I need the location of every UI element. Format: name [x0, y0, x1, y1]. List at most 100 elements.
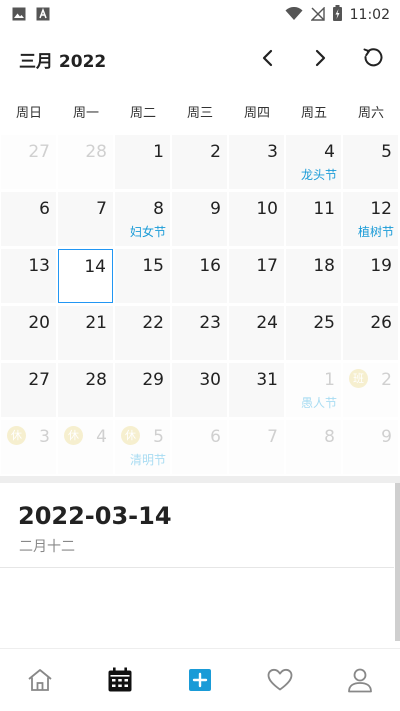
weekday-label: 周五	[300, 106, 327, 121]
day-cell[interactable]: 3	[229, 135, 284, 189]
chevron-right-icon	[315, 49, 326, 67]
day-cell[interactable]: 7	[229, 420, 284, 474]
nav-calendar[interactable]	[105, 665, 135, 695]
day-number: 28	[85, 370, 107, 390]
no-signal-icon	[309, 5, 325, 25]
day-cell[interactable]: 15	[115, 249, 170, 303]
image-icon	[12, 6, 26, 25]
battery-charging-icon	[332, 5, 342, 25]
festival-label: 清明节	[129, 453, 166, 467]
day-cell[interactable]: 30	[172, 363, 227, 417]
scrollbar[interactable]	[395, 483, 400, 641]
day-cell[interactable]: 7	[58, 192, 113, 246]
day-number: 1	[153, 142, 164, 162]
day-number: 11	[313, 199, 335, 219]
status-time: 11:02	[349, 7, 390, 23]
day-cell-selected[interactable]: 14	[58, 249, 113, 303]
day-cell[interactable]: 休3	[1, 420, 56, 474]
day-cell[interactable]: 8 妇女节	[115, 192, 170, 246]
day-number: 9	[210, 199, 221, 219]
day-cell[interactable]: 27	[1, 135, 56, 189]
holiday-badge: 休	[64, 426, 83, 445]
day-cell[interactable]: 6	[1, 192, 56, 246]
day-number: 4	[324, 142, 335, 162]
festival-label: 妇女节	[129, 225, 166, 239]
weekday-label: 周六	[357, 106, 384, 121]
day-number: 6	[39, 199, 50, 219]
day-number: 2	[210, 142, 221, 162]
day-cell[interactable]: 18	[286, 249, 341, 303]
day-number: 30	[199, 370, 221, 390]
day-number: 16	[199, 256, 221, 276]
day-number: 9	[381, 427, 392, 447]
day-cell[interactable]: 13	[1, 249, 56, 303]
day-cell[interactable]: 10	[229, 192, 284, 246]
day-cell[interactable]: 24	[229, 306, 284, 360]
day-cell[interactable]: 31	[229, 363, 284, 417]
heart-icon	[267, 668, 293, 691]
day-cell[interactable]: 26	[343, 306, 398, 360]
nav-add[interactable]	[185, 665, 215, 695]
day-number: 17	[256, 256, 278, 276]
day-number: 4	[96, 427, 107, 447]
day-cell[interactable]: 1 愚人节	[286, 363, 341, 417]
holiday-badge: 休	[7, 426, 26, 445]
detail-divider	[0, 567, 394, 568]
holiday-badge: 休	[121, 426, 140, 445]
day-number: 1	[324, 370, 335, 390]
day-number: 23	[199, 313, 221, 333]
day-number: 28	[85, 142, 107, 162]
day-cell[interactable]: 29	[115, 363, 170, 417]
status-bar: 11:02	[0, 0, 400, 28]
weekday-label: 周四	[243, 106, 270, 121]
day-cell[interactable]: 12 植树节	[343, 192, 398, 246]
day-cell[interactable]: 休 5 清明节	[115, 420, 170, 474]
day-number: 7	[267, 427, 278, 447]
calendar-icon	[108, 667, 132, 692]
day-number: 12	[370, 199, 392, 219]
festival-label: 龙头节	[300, 168, 337, 182]
weekday-label: 周日	[15, 106, 42, 121]
day-cell[interactable]: 9	[343, 420, 398, 474]
day-cell[interactable]: 22	[115, 306, 170, 360]
nav-favorites[interactable]	[265, 665, 295, 695]
day-cell[interactable]: 16	[172, 249, 227, 303]
day-cell[interactable]: 20	[1, 306, 56, 360]
day-number: 19	[370, 256, 392, 276]
festival-label: 植树节	[357, 225, 394, 239]
day-cell[interactable]: 28	[58, 135, 113, 189]
day-number: 25	[313, 313, 335, 333]
nav-profile[interactable]	[345, 665, 375, 695]
day-number: 5	[381, 142, 392, 162]
day-cell[interactable]: 6	[172, 420, 227, 474]
prev-month-button[interactable]	[254, 44, 282, 72]
month-title: 三月 2022	[19, 52, 107, 72]
day-cell[interactable]: 23	[172, 306, 227, 360]
day-number: 3	[267, 142, 278, 162]
day-cell[interactable]: 5	[343, 135, 398, 189]
day-cell[interactable]: 28	[58, 363, 113, 417]
day-cell[interactable]: 21	[58, 306, 113, 360]
today-refresh-button[interactable]	[359, 44, 387, 72]
day-number: 3	[39, 427, 50, 447]
day-cell[interactable]: 17	[229, 249, 284, 303]
holiday-badge: 班	[349, 369, 368, 388]
day-number: 27	[28, 370, 50, 390]
home-icon	[28, 669, 52, 691]
day-cell[interactable]: 9	[172, 192, 227, 246]
day-cell[interactable]: 休4	[58, 420, 113, 474]
day-cell[interactable]: 25	[286, 306, 341, 360]
day-cell[interactable]: 班2	[343, 363, 398, 417]
day-cell[interactable]: 4 龙头节	[286, 135, 341, 189]
day-cell[interactable]: 8	[286, 420, 341, 474]
day-cell[interactable]: 27	[1, 363, 56, 417]
day-cell[interactable]: 19	[343, 249, 398, 303]
nav-home[interactable]	[25, 665, 55, 695]
day-cell[interactable]: 2	[172, 135, 227, 189]
lunar-date: 二月十二	[19, 539, 75, 555]
wifi-icon	[285, 6, 303, 25]
day-number: 5	[153, 427, 164, 447]
next-month-button[interactable]	[306, 44, 334, 72]
day-cell[interactable]: 1	[115, 135, 170, 189]
day-cell[interactable]: 11	[286, 192, 341, 246]
